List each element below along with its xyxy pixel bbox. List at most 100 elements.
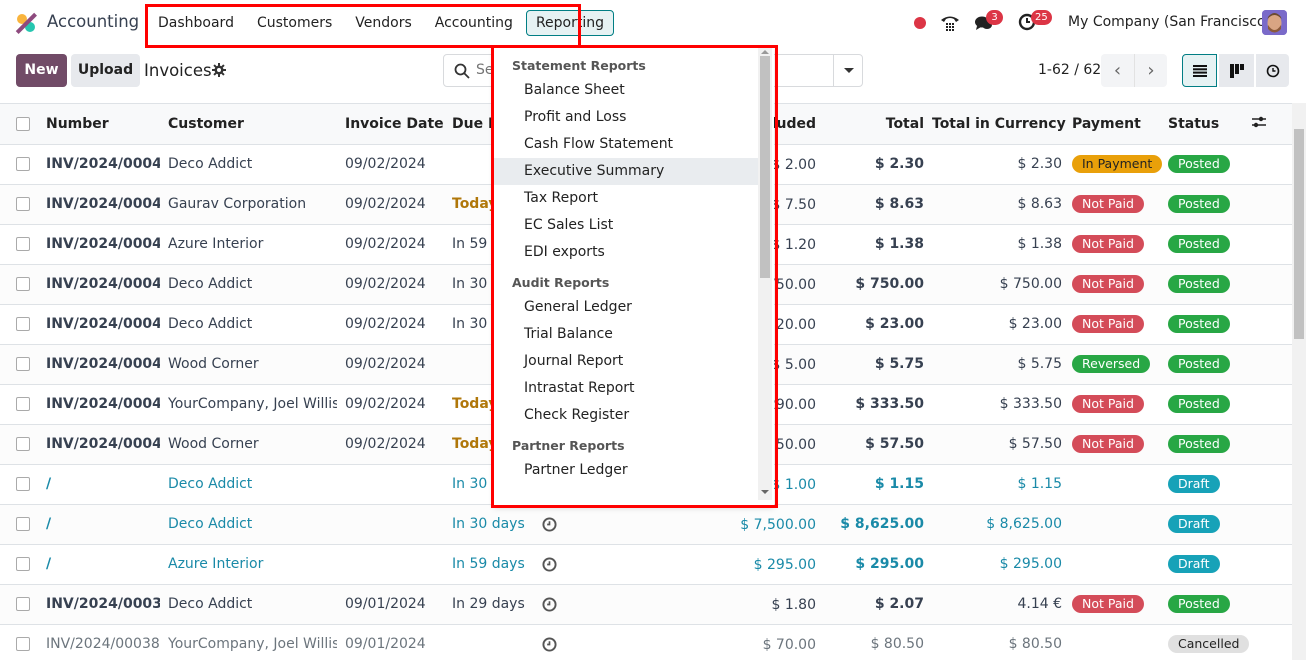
due-date bbox=[444, 624, 534, 660]
total-in-currency: $ 1.15 bbox=[932, 464, 1070, 505]
kanban-view-button[interactable] bbox=[1219, 54, 1254, 87]
table-row[interactable]: INV/2024/00038 YourCompany, Joel Willis … bbox=[0, 624, 1292, 660]
row-checkbox[interactable] bbox=[16, 637, 30, 651]
activity-clock-icon[interactable] bbox=[542, 636, 557, 652]
invoice-number[interactable]: INV/2024/00042 bbox=[38, 344, 160, 385]
row-checkbox[interactable] bbox=[16, 277, 30, 291]
invoice-number[interactable]: INV/2024/00040 bbox=[38, 424, 160, 465]
app-name[interactable]: Accounting bbox=[47, 12, 139, 31]
invoice-number[interactable]: INV/2024/00039 bbox=[38, 584, 160, 625]
row-checkbox[interactable] bbox=[16, 557, 30, 571]
company-switcher[interactable]: My Company (San Francisco) bbox=[1068, 14, 1271, 30]
activity-clock-icon[interactable] bbox=[542, 516, 557, 532]
row-checkbox[interactable] bbox=[16, 437, 30, 451]
pager-previous-button[interactable]: ‹ bbox=[1101, 54, 1134, 87]
activity-cell[interactable]: $ 70.00 bbox=[534, 624, 824, 660]
column-header-invoice-date[interactable]: Invoice Date bbox=[337, 104, 444, 145]
invoice-date: 09/02/2024 bbox=[337, 144, 444, 185]
total-amount: $ 5.75 bbox=[824, 344, 932, 385]
total-amount: $ 1.38 bbox=[824, 224, 932, 265]
total-amount: $ 80.50 bbox=[824, 624, 932, 660]
dropdown-item-edi-exports[interactable]: EDI exports bbox=[494, 239, 758, 266]
row-checkbox[interactable] bbox=[16, 517, 30, 531]
status-badge: Posted bbox=[1168, 595, 1230, 613]
row-checkbox[interactable] bbox=[16, 477, 30, 491]
invoice-date: 09/02/2024 bbox=[337, 184, 444, 225]
user-avatar[interactable] bbox=[1262, 10, 1287, 35]
total-amount: $ 8,625.00 bbox=[824, 504, 932, 545]
table-row[interactable]: INV/2024/00039 Deco Addict 09/01/2024 In… bbox=[0, 584, 1292, 625]
invoice-number[interactable]: / bbox=[38, 544, 160, 585]
invoice-number[interactable]: INV/2024/00038 bbox=[38, 624, 160, 660]
column-header-number[interactable]: Number bbox=[38, 104, 160, 145]
column-header-customer[interactable]: Customer bbox=[160, 104, 337, 145]
new-button[interactable]: New bbox=[16, 54, 67, 87]
invoice-number[interactable]: INV/2024/00043 bbox=[38, 304, 160, 345]
dropdown-item-cash-flow-statement[interactable]: Cash Flow Statement bbox=[494, 131, 758, 158]
activity-view-button[interactable] bbox=[1256, 54, 1289, 87]
dropdown-item-journal-report[interactable]: Journal Report bbox=[494, 348, 758, 375]
total-in-currency: $ 333.50 bbox=[932, 384, 1070, 425]
select-all-checkbox[interactable] bbox=[16, 116, 30, 131]
invoice-number[interactable]: INV/2024/00046 bbox=[38, 184, 160, 225]
clock-icon bbox=[1266, 64, 1279, 77]
activity-clock-icon[interactable] bbox=[542, 596, 557, 612]
row-checkbox[interactable] bbox=[16, 317, 30, 331]
accounting-app-logo-icon[interactable] bbox=[15, 12, 37, 34]
tax-excluded-amount: $ 70.00 bbox=[762, 636, 816, 653]
list-scrollbar-thumb[interactable] bbox=[1294, 129, 1304, 339]
dropdown-scrollbar-thumb[interactable] bbox=[760, 56, 770, 278]
status-badge: Posted bbox=[1168, 155, 1230, 173]
activity-cell[interactable]: $ 1.80 bbox=[534, 584, 824, 625]
pager-next-button[interactable]: › bbox=[1134, 54, 1167, 87]
column-header-total[interactable]: Total bbox=[824, 104, 932, 145]
invoice-date bbox=[337, 504, 444, 545]
invoice-number[interactable]: INV/2024/00041 bbox=[38, 384, 160, 425]
row-checkbox[interactable] bbox=[16, 397, 30, 411]
activity-clock-icon[interactable] bbox=[542, 556, 557, 572]
search-options-toggle[interactable] bbox=[833, 55, 862, 86]
optional-columns-toggle-icon[interactable] bbox=[1251, 115, 1267, 129]
column-header-status[interactable]: Status bbox=[1166, 104, 1251, 145]
dropdown-item-check-register[interactable]: Check Register bbox=[494, 402, 758, 429]
upload-button[interactable]: Upload bbox=[71, 54, 140, 87]
phone-icon[interactable] bbox=[940, 13, 960, 33]
dropdown-item-profit-and-loss[interactable]: Profit and Loss bbox=[494, 104, 758, 131]
table-row[interactable]: / Azure Interior In 59 days $ 295.00 $ 2… bbox=[0, 544, 1292, 585]
list-view-button[interactable] bbox=[1182, 54, 1217, 87]
recording-indicator-icon[interactable] bbox=[914, 17, 926, 29]
table-row[interactable]: / Deco Addict In 30 days $ 7,500.00 $ 8,… bbox=[0, 504, 1292, 545]
row-checkbox[interactable] bbox=[16, 197, 30, 211]
gear-icon[interactable] bbox=[212, 63, 226, 77]
invoice-number[interactable]: / bbox=[38, 464, 160, 505]
dropdown-item-trial-balance[interactable]: Trial Balance bbox=[494, 321, 758, 348]
dropdown-item-intrastat-report[interactable]: Intrastat Report bbox=[494, 375, 758, 402]
dropdown-scrollbar[interactable] bbox=[758, 48, 772, 500]
invoice-number[interactable]: / bbox=[38, 504, 160, 545]
invoice-number[interactable]: INV/2024/00044 bbox=[38, 264, 160, 305]
column-header-total-in-currency[interactable]: Total in Currency bbox=[932, 104, 1070, 145]
status-badge: Posted bbox=[1168, 195, 1230, 213]
row-checkbox[interactable] bbox=[16, 357, 30, 371]
scroll-up-arrow-icon[interactable] bbox=[761, 50, 769, 54]
dropdown-item-balance-sheet[interactable]: Balance Sheet bbox=[494, 77, 758, 104]
list-scrollbar[interactable] bbox=[1292, 103, 1306, 660]
column-header-payment[interactable]: Payment bbox=[1070, 104, 1166, 145]
invoice-number[interactable]: INV/2024/00047 bbox=[38, 144, 160, 185]
activities-count-badge: 25 bbox=[1031, 10, 1052, 25]
invoice-number[interactable]: INV/2024/00045 bbox=[38, 224, 160, 265]
dropdown-item-ec-sales-list[interactable]: EC Sales List bbox=[494, 212, 758, 239]
row-checkbox[interactable] bbox=[16, 597, 30, 611]
activity-cell[interactable]: $ 295.00 bbox=[534, 544, 824, 585]
row-checkbox[interactable] bbox=[16, 237, 30, 251]
dropdown-item-tax-report[interactable]: Tax Report bbox=[494, 185, 758, 212]
dropdown-item-general-ledger[interactable]: General Ledger bbox=[494, 294, 758, 321]
row-checkbox[interactable] bbox=[16, 157, 30, 171]
dropdown-item-executive-summary[interactable]: Executive Summary bbox=[494, 158, 758, 185]
activity-cell[interactable]: $ 7,500.00 bbox=[534, 504, 824, 545]
invoice-date: 09/01/2024 bbox=[337, 624, 444, 660]
pager-value[interactable]: 1-62 / 62 bbox=[1038, 62, 1101, 78]
dropdown-item-partially-hidden[interactable] bbox=[494, 484, 758, 498]
dropdown-item-partner-ledger[interactable]: Partner Ledger bbox=[494, 457, 758, 484]
scroll-down-arrow-icon[interactable] bbox=[761, 490, 769, 494]
